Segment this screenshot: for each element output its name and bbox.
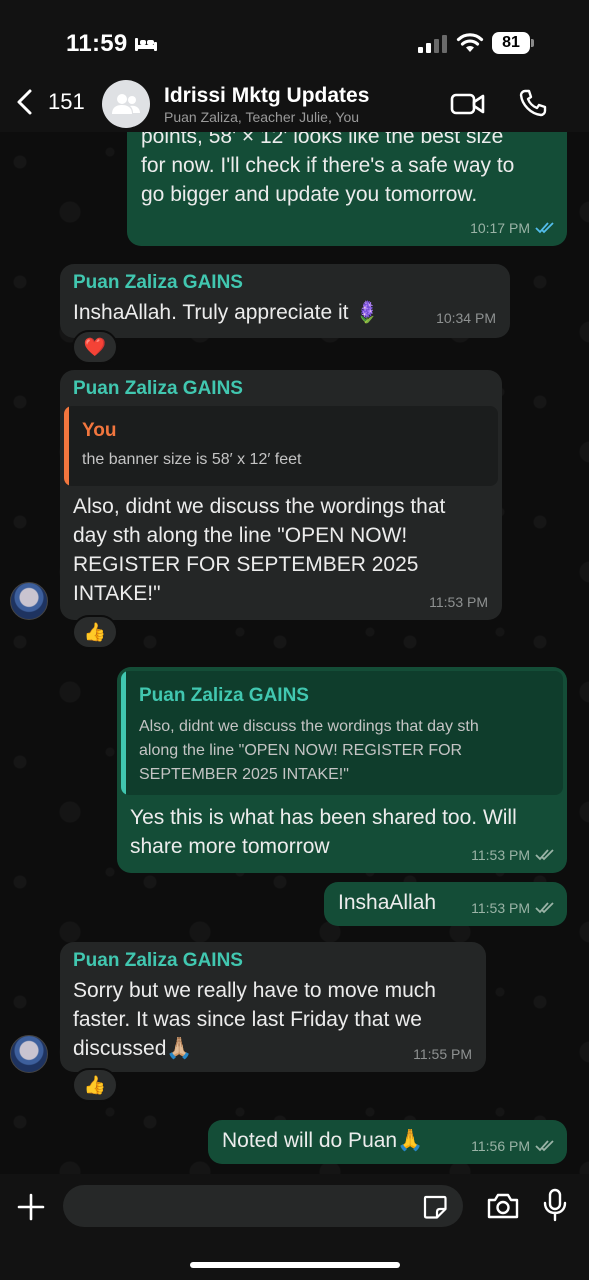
message-text: Noted will do Puan🙏 [222, 1129, 424, 1152]
message-time: 10:34 PM [436, 310, 496, 326]
plus-icon[interactable] [16, 1192, 46, 1222]
message-input[interactable] [63, 1185, 463, 1227]
chevron-left-icon [17, 89, 32, 115]
reaction-badge[interactable]: ❤️ [72, 330, 118, 364]
battery-level: 81 [492, 32, 530, 54]
battery-indicator: 81 [492, 32, 534, 54]
message-meta: 10:34 PM [436, 310, 496, 326]
sender-avatar[interactable] [10, 1035, 48, 1073]
message-incoming[interactable]: Puan Zaliza GAINS Sorry but we really ha… [60, 942, 486, 1072]
unread-count: 151 [48, 89, 85, 114]
reaction-badge[interactable]: 👍 [72, 1068, 118, 1102]
sender-name: Puan Zaliza GAINS [73, 378, 243, 399]
chat-header: 151 Idrissi Mktg Updates Puan Zaliza, Te… [0, 70, 589, 132]
message-time: 11:53 PM [471, 847, 530, 863]
microphone-icon[interactable] [542, 1188, 568, 1222]
message-text: Also, didnt we discuss the wordings that… [73, 495, 446, 605]
home-indicator[interactable] [190, 1262, 400, 1268]
quoted-sender: You [82, 420, 117, 441]
message-meta: 11:56 PM [471, 1138, 555, 1154]
group-icon [112, 94, 140, 114]
sticker-icon[interactable] [422, 1194, 448, 1220]
voice-call-icon[interactable] [518, 88, 548, 118]
message-meta: 11:55 PM [413, 1046, 472, 1062]
message-meta: 11:53 PM [471, 847, 555, 863]
camera-icon[interactable] [486, 1192, 520, 1220]
read-receipt-icon [535, 222, 554, 234]
video-call-icon[interactable] [450, 92, 486, 116]
sender-avatar[interactable] [10, 582, 48, 620]
message-incoming[interactable]: Puan Zaliza GAINS You the banner size is… [60, 370, 502, 620]
back-button[interactable]: 151 [14, 88, 85, 116]
message-meta: 11:53 PM [471, 900, 555, 916]
cellular-signal-icon [418, 35, 447, 53]
message-outgoing[interactable]: Puan Zaliza GAINS Also, didnt we discuss… [117, 667, 567, 873]
status-bar: 11:59 81 [0, 0, 589, 70]
message-text: InshaAllah [338, 891, 437, 914]
reaction-badge[interactable]: 👍 [72, 615, 118, 649]
message-text: points, 58' × 12' looks like the best si… [141, 132, 515, 206]
sleep-focus-icon [135, 38, 157, 51]
wifi-icon [456, 33, 484, 52]
message-outgoing[interactable]: InshaAllah 11:53 PM [324, 882, 567, 926]
delivered-receipt-icon [535, 849, 554, 861]
delivered-receipt-icon [535, 902, 554, 914]
message-text: InshaAllah. Truly appreciate it 🪻 [73, 301, 381, 324]
message-time: 11:53 PM [429, 594, 488, 610]
message-meta: 11:53 PM [429, 594, 488, 610]
group-name[interactable]: Idrissi Mktg Updates [164, 84, 369, 108]
quoted-sender: Puan Zaliza GAINS [139, 685, 309, 706]
message-meta: 10:17 PM [470, 220, 555, 236]
message-time: 11:56 PM [471, 1138, 530, 1154]
status-time: 11:59 [66, 30, 128, 57]
sender-name: Puan Zaliza GAINS [73, 272, 243, 293]
message-incoming[interactable]: Puan Zaliza GAINS InshaAllah. Truly appr… [60, 264, 510, 338]
message-outgoing[interactable]: points, 58' × 12' looks like the best si… [127, 132, 567, 246]
compose-bar [0, 1174, 589, 1280]
message-time: 10:17 PM [470, 220, 530, 236]
quoted-text: the banner size is 58′ x 12′ feet [82, 451, 302, 468]
sender-name: Puan Zaliza GAINS [73, 950, 243, 971]
group-avatar[interactable] [102, 80, 150, 128]
chat-area[interactable]: points, 58' × 12' looks like the best si… [0, 132, 589, 1174]
group-members[interactable]: Puan Zaliza, Teacher Julie, You [164, 109, 359, 125]
message-time: 11:55 PM [413, 1046, 472, 1062]
quoted-text: Also, didnt we discuss the wordings that… [139, 718, 479, 783]
delivered-receipt-icon [535, 1140, 554, 1152]
quoted-message[interactable]: Puan Zaliza GAINS Also, didnt we discuss… [121, 671, 563, 795]
quoted-message[interactable]: You the banner size is 58′ x 12′ feet [64, 406, 498, 486]
message-outgoing[interactable]: Noted will do Puan🙏 11:56 PM [208, 1120, 567, 1164]
message-time: 11:53 PM [471, 900, 530, 916]
